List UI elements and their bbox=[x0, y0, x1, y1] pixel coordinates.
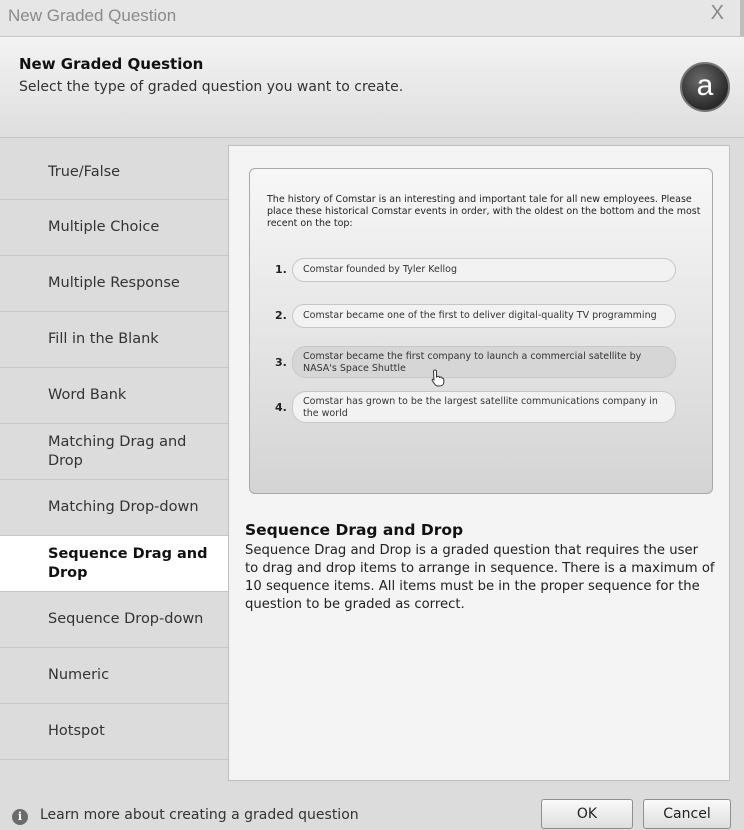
learn-more-link[interactable]: Learn more about creating a graded quest… bbox=[40, 807, 359, 823]
sequence-item-box: Comstar became the first company to laun… bbox=[292, 346, 676, 378]
question-type-label: Matching Drag and Drop bbox=[48, 433, 187, 469]
question-type-list: True/False Multiple Choice Multiple Resp… bbox=[0, 145, 228, 760]
question-type-label: Fill in the Blank bbox=[48, 331, 159, 348]
dialog-subtitle: Select the type of graded question you w… bbox=[19, 79, 404, 95]
window-edge bbox=[740, 0, 744, 36]
question-type-label: Hotspot bbox=[48, 723, 105, 740]
question-type-numeric[interactable]: Numeric bbox=[0, 648, 228, 704]
dialog-title: New Graded Question bbox=[19, 55, 204, 73]
question-type-label: Multiple Response bbox=[48, 275, 180, 292]
sequence-item-box: Comstar became one of the first to deliv… bbox=[292, 304, 676, 328]
question-type-multiple-choice[interactable]: Multiple Choice bbox=[0, 200, 228, 256]
sequence-number: 3. bbox=[275, 356, 287, 369]
hand-cursor-icon bbox=[431, 369, 445, 387]
question-type-sequence-drop-down[interactable]: Sequence Drop-down bbox=[0, 592, 228, 648]
question-type-label: True/False bbox=[48, 163, 121, 180]
question-type-word-bank[interactable]: Word Bank bbox=[0, 368, 228, 424]
question-type-fill-in-the-blank[interactable]: Fill in the Blank bbox=[0, 312, 228, 368]
question-type-true-false[interactable]: True/False bbox=[0, 145, 228, 200]
dialog-header: New Graded Question Select the type of g… bbox=[0, 37, 744, 138]
info-icon: i bbox=[12, 809, 28, 825]
app-logo-icon: a bbox=[680, 62, 730, 112]
question-type-multiple-response[interactable]: Multiple Response bbox=[0, 256, 228, 312]
question-type-hotspot[interactable]: Hotspot bbox=[0, 704, 228, 760]
question-type-label: Multiple Choice bbox=[48, 219, 160, 236]
dialog-footer: i Learn more about creating a graded que… bbox=[0, 782, 744, 830]
window-title: New Graded Question bbox=[8, 6, 177, 25]
question-preview-panel: The history of Comstar is an interesting… bbox=[228, 145, 730, 781]
question-type-sequence-drag-and-drop[interactable]: Sequence Drag and Drop bbox=[0, 536, 228, 592]
question-type-label: Word Bank bbox=[48, 387, 127, 404]
ok-button[interactable]: OK bbox=[541, 799, 633, 829]
question-type-matching-drag-and-drop[interactable]: Matching Drag and Drop bbox=[0, 424, 228, 480]
question-type-label: Matching Drop-down bbox=[48, 499, 199, 516]
sequence-number: 2. bbox=[275, 309, 287, 322]
question-type-label: Sequence Drop-down bbox=[48, 611, 204, 628]
sequence-item-box: Comstar has grown to be the largest sate… bbox=[292, 391, 676, 423]
sequence-item-box: Comstar founded by Tyler Kellog bbox=[292, 258, 676, 282]
question-type-matching-drop-down[interactable]: Matching Drop-down bbox=[0, 480, 228, 536]
question-preview-image: The history of Comstar is an interesting… bbox=[249, 168, 713, 494]
window-titlebar: New Graded Question X bbox=[0, 0, 744, 37]
sequence-number: 4. bbox=[275, 401, 287, 414]
description-title: Sequence Drag and Drop bbox=[245, 521, 464, 539]
question-type-label: Numeric bbox=[48, 667, 110, 684]
cancel-button[interactable]: Cancel bbox=[643, 799, 731, 829]
description-body: Sequence Drag and Drop is a graded quest… bbox=[245, 543, 715, 612]
preview-prompt: The history of Comstar is an interesting… bbox=[267, 194, 701, 229]
sequence-number: 1. bbox=[275, 263, 287, 276]
question-type-label: Sequence Drag and Drop bbox=[48, 545, 208, 581]
close-icon[interactable]: X bbox=[711, 2, 724, 25]
